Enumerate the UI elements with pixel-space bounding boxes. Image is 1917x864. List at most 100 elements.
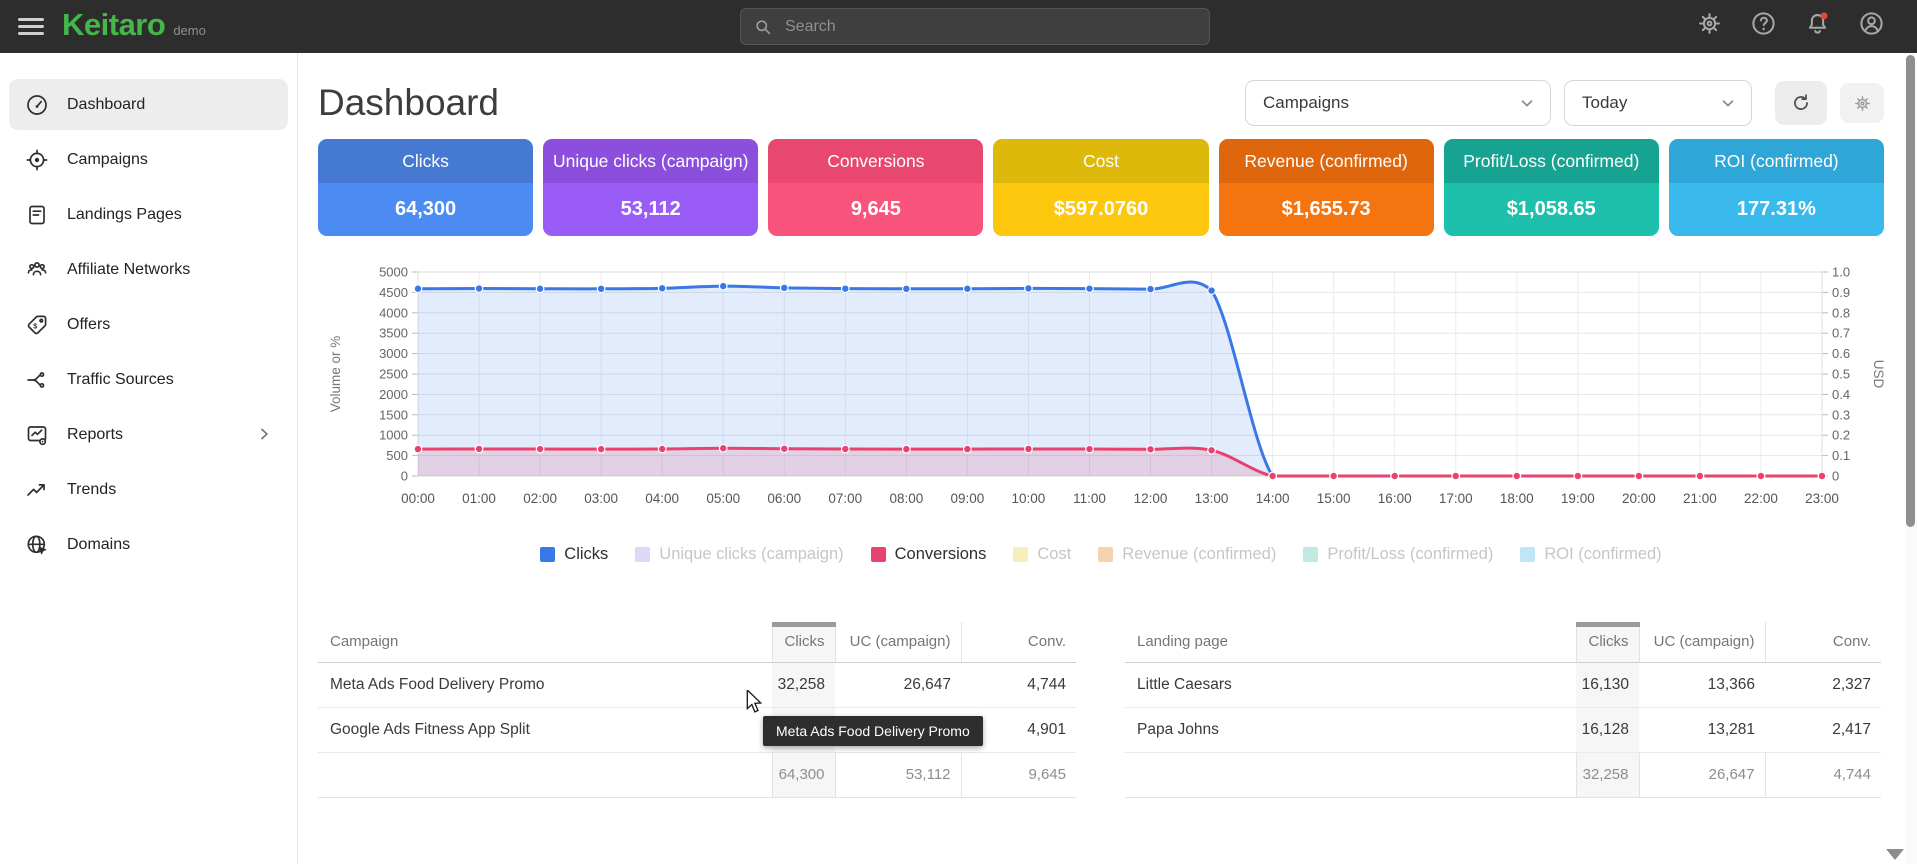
- sidebar-item-label: Domains: [67, 536, 130, 554]
- stat-card-value: 177.31%: [1669, 183, 1884, 236]
- report-chart-icon: [25, 423, 49, 447]
- stat-card-cost: Cost$597.0760: [993, 139, 1208, 236]
- chart-settings-button[interactable]: [1840, 83, 1884, 123]
- bell-icon[interactable]: [1804, 10, 1831, 37]
- landing-table-value-cell: 16,128: [1576, 707, 1639, 752]
- search-box[interactable]: [740, 8, 1210, 45]
- sidebar-item-campaigns[interactable]: Campaigns: [9, 134, 288, 185]
- legend-item-clicks[interactable]: Clicks: [540, 545, 608, 564]
- demo-badge: demo: [173, 23, 206, 38]
- sidebar-item-label: Reports: [67, 426, 123, 444]
- sidebar-item-offers[interactable]: $Offers: [9, 299, 288, 350]
- help-icon[interactable]: [1750, 10, 1777, 37]
- sidebar-menu: DashboardCampaignsLandings Pages Affiliat…: [0, 79, 297, 570]
- campaign-table-name-cell[interactable]: Meta Ads Food Delivery Promo: [318, 662, 772, 707]
- scroll-down-indicator[interactable]: [1886, 849, 1904, 860]
- sidebar-item-dashboard[interactable]: Dashboard: [9, 79, 288, 130]
- sidebar-item-label: Trends: [67, 481, 116, 499]
- svg-text:02:00: 02:00: [523, 491, 557, 506]
- legend-item-cost[interactable]: Cost: [1013, 545, 1071, 564]
- landing-table-value-cell: 16,130: [1576, 662, 1639, 707]
- legend-item-unique-clicks-campaign[interactable]: Unique clicks (campaign): [635, 545, 843, 564]
- search-input[interactable]: [785, 18, 1197, 36]
- stat-card-value: 53,112: [543, 183, 758, 236]
- svg-text:5000: 5000: [379, 265, 408, 280]
- svg-text:0.1: 0.1: [1832, 448, 1850, 463]
- stat-card-label: Profit/Loss (confirmed): [1444, 139, 1659, 183]
- legend-swatch: [871, 547, 886, 562]
- scrollbar-thumb[interactable]: [1906, 55, 1915, 527]
- svg-text:17:00: 17:00: [1439, 491, 1473, 506]
- legend-label: Revenue (confirmed): [1122, 545, 1276, 564]
- landing-table-total-cell: 26,647: [1639, 752, 1765, 797]
- svg-text:USD: USD: [1871, 360, 1884, 389]
- sidebar-item-affiliate-networks[interactable]: Affiliate Networks: [9, 244, 288, 295]
- svg-text:0: 0: [1832, 469, 1839, 484]
- grouping-select[interactable]: Campaigns: [1245, 80, 1551, 126]
- svg-text:$: $: [33, 323, 37, 330]
- svg-text:07:00: 07:00: [828, 491, 862, 506]
- topbar-icons: [1696, 10, 1885, 37]
- campaign-table-value-cell: 26,647: [835, 662, 961, 707]
- campaign-table-name-cell[interactable]: Google Ads Fitness App Split: [318, 707, 772, 752]
- svg-text:10:00: 10:00: [1012, 491, 1046, 506]
- sidebar-item-reports[interactable]: Reports: [9, 409, 288, 460]
- keitaro-logo[interactable]: Keitaro demo: [62, 7, 206, 43]
- svg-text:19:00: 19:00: [1561, 491, 1595, 506]
- stat-card-roi-confirmed: ROI (confirmed)177.31%: [1669, 139, 1884, 236]
- landing-table-header-clicks[interactable]: Clicks: [1576, 622, 1639, 662]
- svg-text:2500: 2500: [379, 367, 408, 382]
- svg-text:23:00: 23:00: [1805, 491, 1839, 506]
- legend-item-roi-confirmed[interactable]: ROI (confirmed): [1520, 545, 1661, 564]
- dashboard-controls: Campaigns Today: [1245, 80, 1884, 126]
- dashboard-gauge-icon: [25, 93, 49, 117]
- legend-swatch: [1098, 547, 1113, 562]
- stat-card-value: $1,655.73: [1219, 183, 1434, 236]
- campaign-table-header-uc-campaign[interactable]: UC (campaign): [835, 622, 961, 662]
- date-range-select[interactable]: Today: [1564, 80, 1752, 126]
- sidebar-item-trends[interactable]: Trends: [9, 464, 288, 515]
- hover-tooltip: Meta Ads Food Delivery Promo: [763, 716, 983, 746]
- sidebar-item-label: Traffic Sources: [67, 371, 174, 389]
- document-icon: [25, 203, 49, 227]
- legend-item-revenue-confirmed[interactable]: Revenue (confirmed): [1098, 545, 1276, 564]
- sidebar-item-landings-pages[interactable]: Landings Pages: [9, 189, 288, 240]
- svg-text:4500: 4500: [379, 285, 408, 300]
- campaign-table-header-campaign[interactable]: Campaign: [318, 622, 772, 662]
- settings-gear-icon: [1853, 94, 1872, 113]
- scrollbar-track[interactable]: [1905, 53, 1917, 864]
- landing-table-header-conv[interactable]: Conv.: [1765, 622, 1881, 662]
- svg-text:06:00: 06:00: [767, 491, 801, 506]
- chart-legend: Clicks Unique clicks (campaign) Conversion…: [318, 545, 1884, 564]
- refresh-button[interactable]: [1775, 81, 1827, 125]
- sidebar-item-label: Affiliate Networks: [67, 261, 190, 279]
- stat-card-value: $597.0760: [993, 183, 1208, 236]
- stat-card-label: Unique clicks (campaign): [543, 139, 758, 183]
- landing-table-value-cell: 13,281: [1639, 707, 1765, 752]
- landing-table-name-cell[interactable]: Papa Johns: [1125, 707, 1576, 752]
- landing-table-header-uc-campaign[interactable]: UC (campaign): [1639, 622, 1765, 662]
- landing-table-name-cell[interactable]: Little Caesars: [1125, 662, 1576, 707]
- sidebar-item-domains[interactable]: Domains: [9, 519, 288, 570]
- gear-icon[interactable]: [1696, 10, 1723, 37]
- topbar: Keitaro demo: [0, 0, 1917, 53]
- avatar-icon[interactable]: [1858, 10, 1885, 37]
- legend-swatch: [1013, 547, 1028, 562]
- svg-text:11:00: 11:00: [1073, 491, 1106, 506]
- svg-text:13:00: 13:00: [1195, 491, 1229, 506]
- svg-text:1000: 1000: [379, 428, 408, 443]
- campaign-table-total-cell: 9,645: [961, 752, 1076, 797]
- logo-text: Keitaro: [62, 7, 165, 43]
- legend-item-conversions[interactable]: Conversions: [871, 545, 987, 564]
- stat-card-label: Conversions: [768, 139, 983, 183]
- landing-table-wrap: Landing pageClicksUC (campaign)Conv. Litt…: [1125, 622, 1881, 798]
- legend-label: ROI (confirmed): [1544, 545, 1661, 564]
- campaign-table-header-clicks[interactable]: Clicks: [772, 622, 835, 662]
- legend-label: Profit/Loss (confirmed): [1327, 545, 1493, 564]
- landing-table-header-landing-page[interactable]: Landing page: [1125, 622, 1576, 662]
- sidebar-item-traffic-sources[interactable]: Traffic Sources: [9, 354, 288, 405]
- legend-item-profit-loss-confirmed[interactable]: Profit/Loss (confirmed): [1303, 545, 1493, 564]
- campaign-table-header-conv[interactable]: Conv.: [961, 622, 1076, 662]
- svg-text:4000: 4000: [379, 305, 408, 320]
- hamburger-menu-icon[interactable]: [18, 14, 44, 38]
